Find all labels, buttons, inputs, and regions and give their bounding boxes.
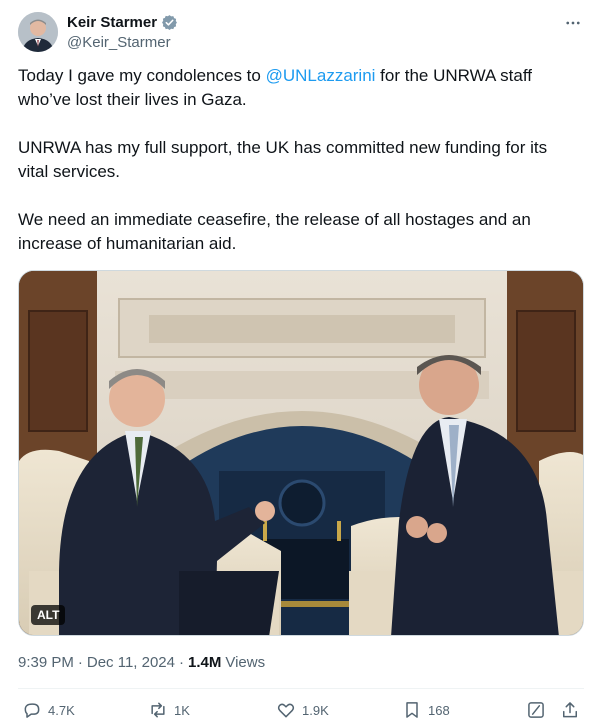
tweet-paragraph-1: Today I gave my condolences to @UNLazzar… xyxy=(18,64,578,112)
tweet-paragraph-2: UNRWA has my full support, the UK has co… xyxy=(18,138,548,181)
alt-text-badge[interactable]: ALT xyxy=(31,605,66,625)
mention-link[interactable]: @UNLazzarini xyxy=(266,66,376,85)
bookmark-count: 168 xyxy=(428,702,450,718)
tweet-paragraph-3: We need an immediate ceasefire, the rele… xyxy=(18,210,531,253)
avatar-image xyxy=(18,12,58,52)
tweet-text: Today I gave my condolences to @UNLazzar… xyxy=(18,64,578,280)
tweet-time[interactable]: 9:39 PM xyxy=(18,654,74,671)
reply-button[interactable]: 4.7K xyxy=(22,700,75,720)
reply-icon xyxy=(24,703,40,718)
name-line: Keir Starmer xyxy=(67,14,178,31)
repost-icon xyxy=(151,702,165,718)
tweet-header: Keir Starmer @Keir_Starmer xyxy=(18,10,584,56)
grok-button[interactable] xyxy=(526,700,546,720)
like-count: 1.9K xyxy=(302,702,329,718)
verified-badge-icon[interactable] xyxy=(161,14,178,31)
meta-separator: · xyxy=(179,654,184,671)
like-button[interactable]: 1.9K xyxy=(276,700,329,720)
reply-count: 4.7K xyxy=(48,702,75,718)
tweet-date[interactable]: Dec 11, 2024 xyxy=(87,654,175,671)
display-name[interactable]: Keir Starmer xyxy=(67,14,157,31)
grok-icon xyxy=(528,702,544,718)
views-count: 1.4M xyxy=(188,654,222,671)
bookmark-button[interactable]: 168 xyxy=(402,700,450,720)
action-bar: 4.7K 1K 1.9K 168 xyxy=(18,698,584,726)
more-options-icon[interactable] xyxy=(562,12,584,34)
views-label: Views xyxy=(225,654,266,671)
share-icon xyxy=(563,702,577,718)
share-button[interactable] xyxy=(560,700,580,720)
tweet-meta: 9:39 PM · Dec 11, 2024 · 1.4M Views xyxy=(18,654,265,671)
heart-icon xyxy=(277,703,295,718)
avatar[interactable] xyxy=(18,12,58,52)
handle[interactable]: @Keir_Starmer xyxy=(67,34,171,51)
repost-count: 1K xyxy=(174,702,190,718)
tweet-photo[interactable]: ALT xyxy=(18,270,584,636)
photo-meeting-by-fireplace xyxy=(19,271,583,635)
repost-button[interactable]: 1K xyxy=(148,700,190,720)
meta-separator: · xyxy=(77,654,83,671)
tweet-text-part: Today I gave my condolences to xyxy=(18,66,266,85)
bookmark-icon xyxy=(406,702,418,718)
divider xyxy=(18,688,584,689)
